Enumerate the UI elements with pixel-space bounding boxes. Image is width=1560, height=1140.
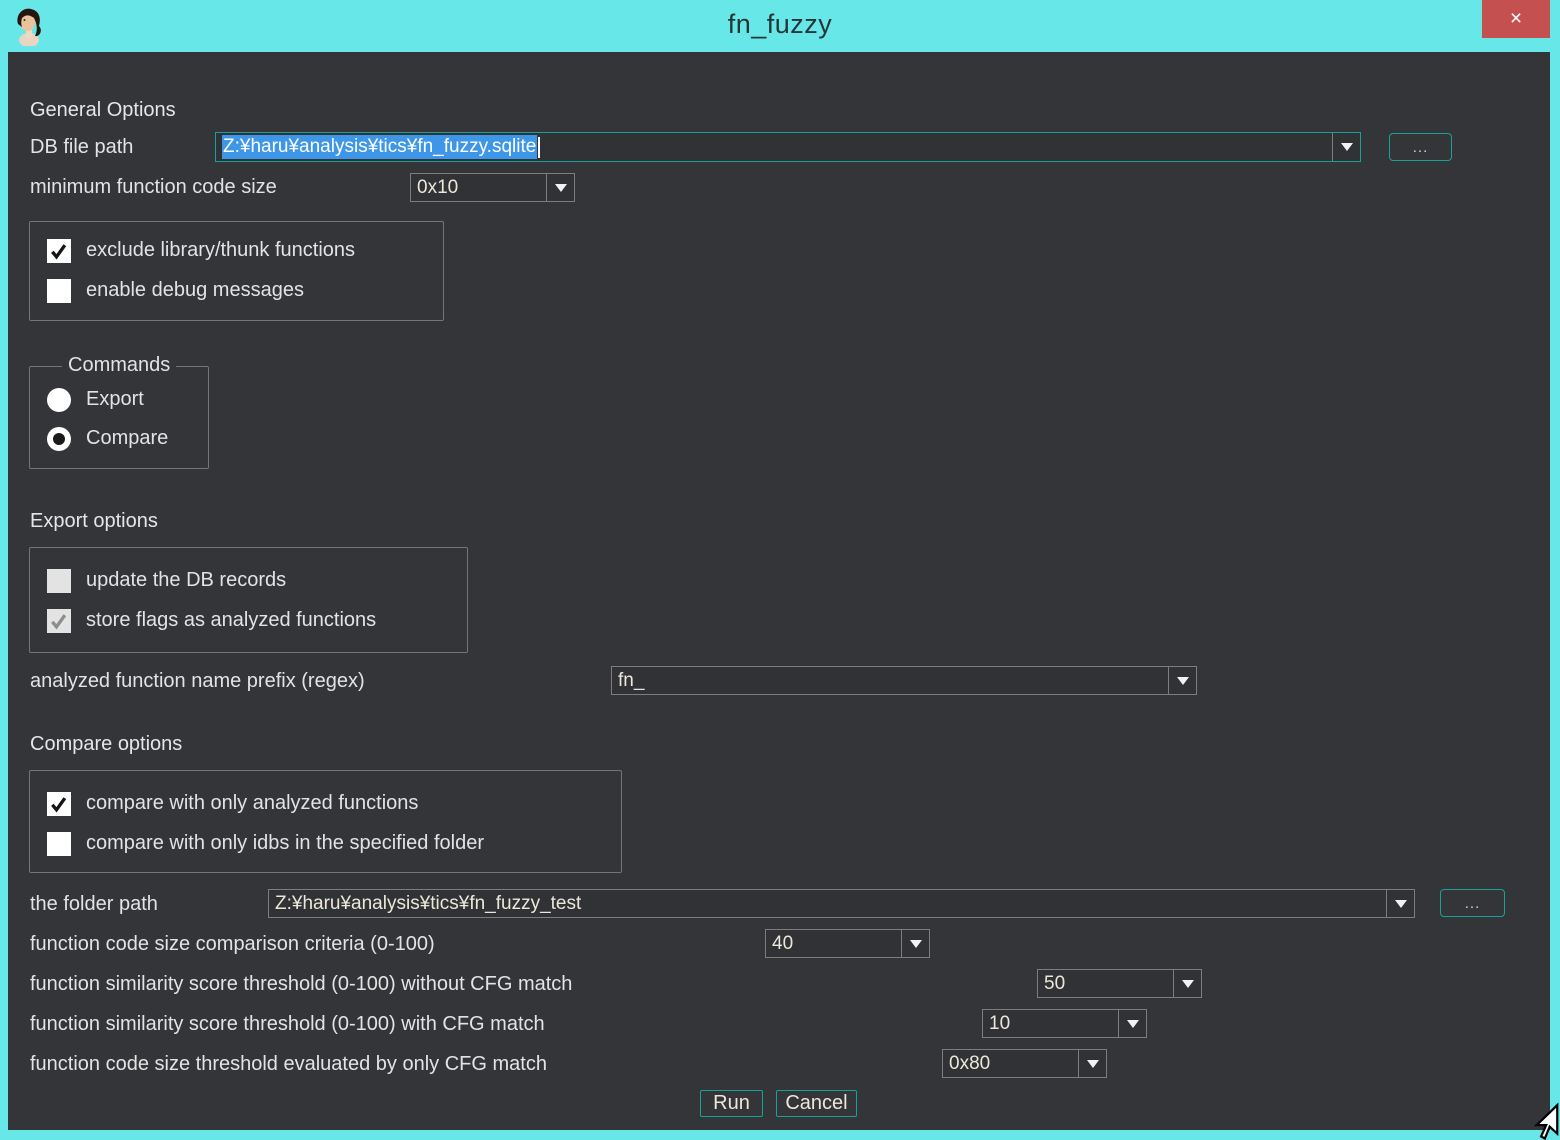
enable-debug-checkbox[interactable] xyxy=(47,279,71,303)
prefix-combobox[interactable]: fn_ xyxy=(611,666,1197,695)
commands-group: Commands xyxy=(29,366,209,469)
compare-analyzed-label: compare with only analyzed functions xyxy=(86,792,418,815)
code-size-threshold-combobox[interactable]: 0x80 xyxy=(942,1049,1107,1078)
export-radio-label: Export xyxy=(86,388,144,411)
exclude-library-label: exclude library/thunk functions xyxy=(86,239,355,262)
window-title: fn_fuzzy xyxy=(0,9,1560,40)
export-radio-row[interactable]: Export xyxy=(47,387,144,412)
titlebar[interactable]: fn_fuzzy × xyxy=(0,0,1560,52)
compare-analyzed-row[interactable]: compare with only analyzed functions xyxy=(47,791,418,816)
code-size-threshold-value[interactable]: 0x80 xyxy=(943,1050,1078,1077)
similarity-without-cfg-combobox[interactable]: 50 xyxy=(1037,969,1202,998)
code-size-threshold-label: function code size threshold evaluated b… xyxy=(30,1053,547,1076)
similarity-without-cfg-label: function similarity score threshold (0-1… xyxy=(30,973,572,996)
store-flags-label: store flags as analyzed functions xyxy=(86,609,376,632)
db-file-path-label: DB file path xyxy=(30,136,133,159)
compare-radio-row[interactable]: Compare xyxy=(47,426,168,451)
update-db-row[interactable]: update the DB records xyxy=(47,568,286,593)
mouse-cursor xyxy=(1524,1102,1560,1140)
db-file-path-value[interactable]: Z:¥haru¥analysis¥tics¥fn_fuzzy.sqlite xyxy=(216,133,1332,161)
folder-path-combobox[interactable]: Z:¥haru¥analysis¥tics¥fn_fuzzy_test xyxy=(268,889,1415,918)
similarity-with-cfg-label: function similarity score threshold (0-1… xyxy=(30,1013,545,1036)
folder-path-label: the folder path xyxy=(30,893,158,916)
compare-analyzed-checkbox[interactable] xyxy=(47,792,71,816)
folder-path-value[interactable]: Z:¥haru¥analysis¥tics¥fn_fuzzy_test xyxy=(269,890,1386,917)
close-button[interactable]: × xyxy=(1482,0,1550,38)
chevron-down-icon[interactable] xyxy=(546,174,574,201)
similarity-without-cfg-value[interactable]: 50 xyxy=(1038,970,1173,997)
compare-options-heading: Compare options xyxy=(30,733,182,756)
chevron-down-icon[interactable] xyxy=(1168,667,1196,694)
prefix-label: analyzed function name prefix (regex) xyxy=(30,670,365,693)
export-options-heading: Export options xyxy=(30,510,158,533)
code-size-criteria-combobox[interactable]: 40 xyxy=(765,929,930,958)
chevron-down-icon[interactable] xyxy=(901,930,929,957)
code-size-criteria-label: function code size comparison criteria (… xyxy=(30,933,435,956)
run-button[interactable]: Run xyxy=(700,1090,763,1117)
similarity-with-cfg-value[interactable]: 10 xyxy=(983,1010,1118,1037)
chevron-down-icon[interactable] xyxy=(1332,133,1360,161)
compare-checkbox-group xyxy=(29,770,622,873)
export-checkbox-group xyxy=(29,547,468,653)
code-size-criteria-value[interactable]: 40 xyxy=(766,930,901,957)
db-path-browse-button[interactable]: ... xyxy=(1389,133,1452,161)
min-code-size-value[interactable]: 0x10 xyxy=(411,174,546,201)
compare-radio[interactable] xyxy=(47,427,71,451)
store-flags-checkbox[interactable] xyxy=(47,609,71,633)
folder-path-browse-button[interactable]: ... xyxy=(1440,889,1505,917)
enable-debug-row[interactable]: enable debug messages xyxy=(47,278,304,303)
min-code-size-label: minimum function code size xyxy=(30,176,277,199)
export-radio[interactable] xyxy=(47,388,71,412)
text-caret xyxy=(538,137,540,158)
compare-radio-label: Compare xyxy=(86,427,168,450)
enable-debug-label: enable debug messages xyxy=(86,279,304,302)
compare-idbs-checkbox[interactable] xyxy=(47,832,71,856)
general-options-heading: General Options xyxy=(30,99,176,122)
compare-idbs-row[interactable]: compare with only idbs in the specified … xyxy=(47,831,484,856)
chevron-down-icon[interactable] xyxy=(1386,890,1414,917)
chevron-down-icon[interactable] xyxy=(1118,1010,1146,1037)
update-db-checkbox[interactable] xyxy=(47,569,71,593)
chevron-down-icon[interactable] xyxy=(1173,970,1201,997)
cancel-button[interactable]: Cancel xyxy=(776,1090,857,1117)
exclude-library-checkbox[interactable] xyxy=(47,239,71,263)
compare-idbs-label: compare with only idbs in the specified … xyxy=(86,832,484,855)
chevron-down-icon[interactable] xyxy=(1078,1050,1106,1077)
prefix-value[interactable]: fn_ xyxy=(612,667,1168,694)
db-file-path-combobox[interactable]: Z:¥haru¥analysis¥tics¥fn_fuzzy.sqlite xyxy=(215,132,1361,162)
update-db-label: update the DB records xyxy=(86,569,286,592)
exclude-library-row[interactable]: exclude library/thunk functions xyxy=(47,238,355,263)
store-flags-row[interactable]: store flags as analyzed functions xyxy=(47,608,376,633)
general-checkbox-group xyxy=(29,221,444,321)
min-code-size-combobox[interactable]: 0x10 xyxy=(410,173,575,202)
commands-legend: Commands xyxy=(62,354,176,377)
similarity-with-cfg-combobox[interactable]: 10 xyxy=(982,1009,1147,1038)
